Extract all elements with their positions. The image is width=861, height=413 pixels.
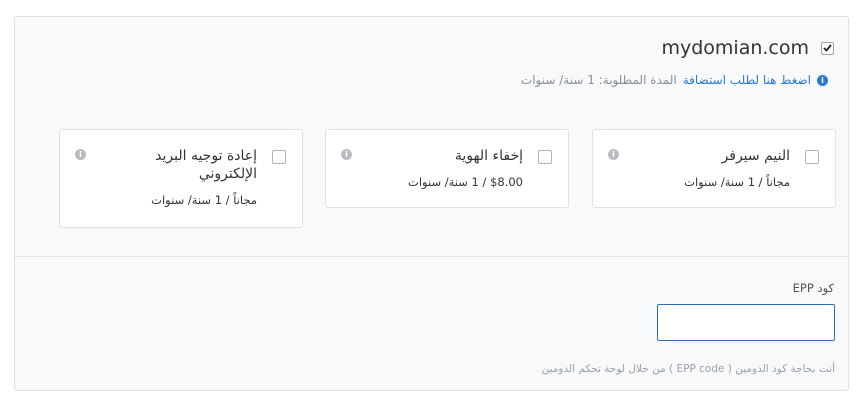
domain-checkbox[interactable] <box>821 41 834 55</box>
addon-price: مجاناً / 1 سنة/ سنوات <box>684 175 790 189</box>
addon-price: مجاناً / 1 سنة/ سنوات <box>151 193 257 207</box>
request-hosting-link[interactable]: اضغط هنا لطلب استضافة <box>683 73 811 87</box>
help-icon[interactable]: i <box>341 149 352 160</box>
help-icon[interactable]: i <box>608 149 619 160</box>
addon-card-nameserver[interactable]: النيم سيرفر مجاناً / 1 سنة/ سنوات i <box>592 129 836 208</box>
domain-row: mydomian.com <box>661 37 834 59</box>
epp-code-label: كود EPP <box>792 281 834 295</box>
help-icon[interactable]: i <box>75 149 86 160</box>
epp-code-hint: أنت بحاجة كود الدومين ( EPP code ) من خل… <box>541 363 835 375</box>
addon-title: إخفاء الهوية <box>454 148 523 164</box>
addon-card-id-protection[interactable]: إخفاء الهوية $8.00 / 1 سنة/ سنوات i <box>325 129 569 208</box>
addon-checkbox[interactable] <box>538 150 552 164</box>
domain-name: mydomian.com <box>661 37 809 59</box>
addon-checkbox[interactable] <box>805 150 819 164</box>
hosting-row: i اضغط هنا لطلب استضافة المدة المطلوبة: … <box>521 73 828 87</box>
epp-code-input[interactable] <box>657 304 835 341</box>
checkmark-icon <box>823 44 832 52</box>
domain-config-panel: mydomian.com i اضغط هنا لطلب استضافة الم… <box>14 16 849 391</box>
info-icon: i <box>817 74 828 86</box>
addon-card-email-forwarding[interactable]: إعادة توجيه البريد الإلكتروني مجاناً / 1… <box>59 129 303 228</box>
addon-checkbox[interactable] <box>272 150 286 164</box>
addon-title: إعادة توجيه البريد الإلكتروني <box>155 148 257 182</box>
addon-title: النيم سيرفر <box>721 148 790 164</box>
addon-price: $8.00 / 1 سنة/ سنوات <box>408 175 523 189</box>
required-period-text: المدة المطلوبة: 1 سنة/ سنوات <box>520 73 677 87</box>
section-divider <box>15 256 848 257</box>
